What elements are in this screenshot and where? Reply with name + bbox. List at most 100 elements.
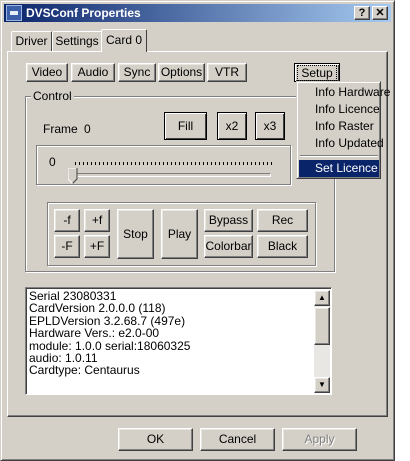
close-button[interactable]: ✕ xyxy=(372,6,388,20)
slider-tick xyxy=(95,162,96,165)
info-line: Cardtype: Centaurus xyxy=(29,363,140,378)
slider-tick xyxy=(163,162,164,165)
menu-separator xyxy=(300,155,378,157)
slider-tick xyxy=(127,162,128,165)
frame-value: 0 xyxy=(84,122,91,136)
frame-back-button[interactable]: -f xyxy=(54,209,80,232)
slider-tick xyxy=(223,162,224,165)
slider-thumb[interactable] xyxy=(67,167,78,184)
menu-item-info-raster[interactable]: Info Raster xyxy=(299,118,379,135)
window-title: DVSConf Properties xyxy=(26,6,141,20)
slider-tick xyxy=(143,162,144,165)
tab-driver[interactable]: Driver xyxy=(11,31,52,51)
help-button[interactable]: ? xyxy=(354,6,370,20)
slider-tick xyxy=(159,162,160,165)
info-line: Hardware Vers.: e2.0-00 xyxy=(29,326,160,341)
scroll-down-icon[interactable]: ▼ xyxy=(314,377,330,393)
cancel-button[interactable]: Cancel xyxy=(200,428,275,451)
slider-tick xyxy=(247,162,248,165)
slider-tick xyxy=(107,162,108,165)
info-line: CardVersion 2.0.0.0 (118) xyxy=(29,301,166,316)
slider-tick xyxy=(155,162,156,165)
frame-forward-button[interactable]: +f xyxy=(84,209,110,232)
slider-tick xyxy=(263,162,264,165)
slider-tick xyxy=(87,162,88,165)
slider-tick xyxy=(191,162,192,165)
scroll-thumb[interactable] xyxy=(314,307,330,345)
x2-button[interactable]: x2 xyxy=(217,112,247,140)
title-bar[interactable]: DVSConf Properties ? ✕ xyxy=(4,4,391,22)
slider-value: 0 xyxy=(49,155,56,169)
field-forward-button[interactable]: +F xyxy=(84,235,110,258)
slider-track[interactable] xyxy=(75,173,271,177)
vtr-button[interactable]: VTR xyxy=(207,63,247,82)
slider-tick xyxy=(243,162,244,165)
slider-tick xyxy=(235,162,236,165)
slider-tick xyxy=(131,162,132,165)
slider-tick xyxy=(147,162,148,165)
slider-tick xyxy=(79,162,80,165)
fill-button[interactable]: Fill xyxy=(164,112,207,140)
options-button[interactable]: Options xyxy=(158,63,205,82)
ok-button[interactable]: OK xyxy=(118,428,193,451)
slider-tick xyxy=(123,162,124,165)
scroll-up-icon[interactable]: ▲ xyxy=(314,290,330,306)
sync-button[interactable]: Sync xyxy=(118,63,156,82)
slider-tick xyxy=(203,162,204,165)
tab-settings[interactable]: Settings xyxy=(52,31,102,51)
slider-tick xyxy=(171,162,172,165)
frame-label: Frame xyxy=(43,122,78,136)
slider-tick xyxy=(83,162,84,165)
menu-item-set-licence[interactable]: Set Licence xyxy=(299,160,379,177)
slider-tick xyxy=(259,162,260,165)
card-info-list[interactable]: Serial 23080331 CardVersion 2.0.0.0 (118… xyxy=(25,287,332,395)
slider-tick xyxy=(115,162,116,165)
slider-tick xyxy=(199,162,200,165)
slider-tick xyxy=(215,162,216,165)
slider-tick xyxy=(231,162,232,165)
app-icon xyxy=(6,5,22,21)
slider-tick xyxy=(139,162,140,165)
slider-tick xyxy=(103,162,104,165)
setup-popup-menu: Info Hardware Info Licence Info Raster I… xyxy=(296,81,390,179)
menu-item-info-licence[interactable]: Info Licence xyxy=(299,101,380,118)
slider-tick xyxy=(227,162,228,165)
tab-card-0[interactable]: Card 0 xyxy=(101,29,147,52)
x3-button[interactable]: x3 xyxy=(255,112,285,140)
slider-tick xyxy=(111,162,112,165)
slider-tick xyxy=(175,162,176,165)
slider-tick xyxy=(119,162,120,165)
bypass-button[interactable]: Bypass xyxy=(204,209,253,232)
play-button[interactable]: Play xyxy=(161,209,198,259)
slider-tick xyxy=(267,162,268,165)
slider-tick xyxy=(99,162,100,165)
slider-tick xyxy=(211,162,212,165)
slider-tick xyxy=(239,162,240,165)
setup-label: Setup xyxy=(297,65,337,81)
slider-tick xyxy=(135,162,136,165)
video-button[interactable]: Video xyxy=(26,63,68,82)
rec-button[interactable]: Rec xyxy=(257,209,308,232)
control-group-label: Control xyxy=(31,89,74,103)
card-info-lines: Serial 23080331 CardVersion 2.0.0.0 (118… xyxy=(29,290,190,377)
slider-tick xyxy=(255,162,256,165)
field-back-button[interactable]: -F xyxy=(54,235,80,258)
setup-button[interactable]: Setup xyxy=(294,63,340,82)
stop-button[interactable]: Stop xyxy=(117,209,154,259)
slider-tick xyxy=(251,162,252,165)
slider-tick xyxy=(183,162,184,165)
slider-ticks xyxy=(1,1,272,165)
slider-tick xyxy=(151,162,152,165)
apply-button[interactable]: Apply xyxy=(282,428,357,451)
menu-item-info-hardware[interactable]: Info Hardware xyxy=(299,84,390,101)
slider-tick xyxy=(271,162,272,165)
black-button[interactable]: Black xyxy=(257,235,308,258)
colorbar-button[interactable]: Colorbar xyxy=(204,235,253,258)
menu-item-info-updated[interactable]: Info Updated xyxy=(299,135,384,152)
slider-tick xyxy=(219,162,220,165)
audio-button[interactable]: Audio xyxy=(71,63,115,82)
info-scrollbar[interactable]: ▲ ▼ xyxy=(314,290,330,393)
slider-tick xyxy=(75,162,76,165)
slider-tick xyxy=(195,162,196,165)
slider-tick xyxy=(91,162,92,165)
